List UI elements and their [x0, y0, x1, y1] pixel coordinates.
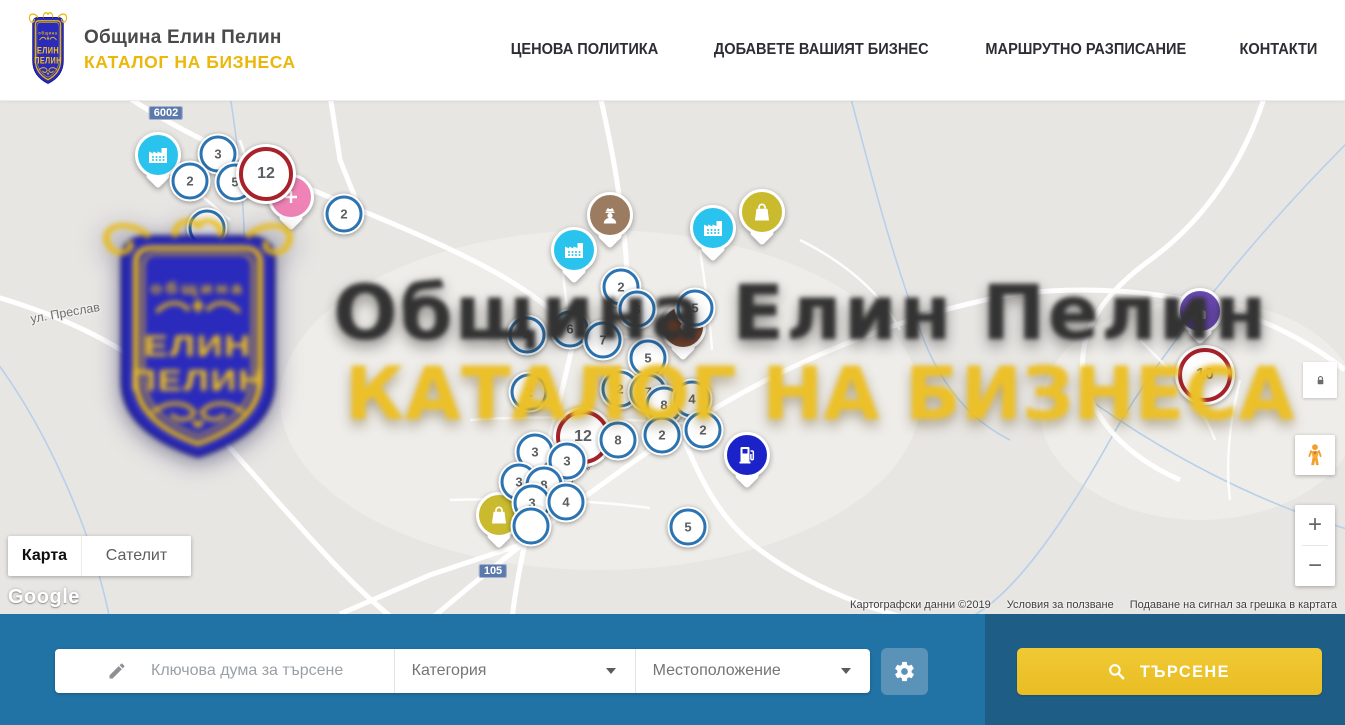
nav-route-schedule[interactable]: МАРШРУТНО РАЗПИСАНИЕ: [986, 41, 1187, 59]
satellite-type-button[interactable]: Сателит: [81, 536, 191, 576]
site-title: Община Елин Пелин: [84, 27, 296, 49]
street-view-pegman-button[interactable]: [1295, 435, 1335, 475]
location-select[interactable]: Местоположение: [635, 649, 870, 693]
cluster-marker[interactable]: 12: [236, 144, 296, 204]
map-type-control: Карта Сателит: [8, 536, 191, 576]
category-select[interactable]: Категория: [394, 649, 635, 693]
main-nav: ЦЕНОВА ПОЛИТИКА ДОБАВЕТЕ ВАШИЯТ БИЗНЕС М…: [462, 41, 1320, 59]
cluster-marker[interactable]: 2: [324, 194, 365, 235]
site-logo[interactable]: община ЕЛИН ПЕЛИН Община Елин Пелин КАТА…: [25, 10, 296, 90]
cluster-marker[interactable]: 2: [509, 372, 550, 413]
cluster-marker[interactable]: 2: [683, 410, 724, 451]
map-attribution: Картографски данни ©2019 Условия за полз…: [850, 599, 1337, 611]
cluster-marker[interactable]: 4: [546, 482, 587, 523]
cluster-marker[interactable]: 2: [170, 161, 211, 202]
terms-link[interactable]: Условия за ползване: [1007, 599, 1114, 611]
map-canvas[interactable]: 6002105ул. Преславбул. „Новосел 32512223…: [0, 100, 1345, 614]
cluster-marker[interactable]: [511, 506, 552, 547]
site-subtitle: КАТАЛОГ НА БИЗНЕСА: [84, 52, 296, 73]
pencil-icon: [107, 661, 127, 681]
cluster-marker[interactable]: 5: [675, 288, 716, 329]
search-submit-label: ТЪРСЕНЕ: [1140, 662, 1230, 682]
nav-add-your-business[interactable]: ДОБАВЕТЕ ВАШИЯТ БИЗНЕС: [714, 41, 929, 59]
municipality-emblem-icon: община ЕЛИН ПЕЛИН: [25, 10, 71, 90]
keyword-search-input[interactable]: [149, 661, 353, 681]
zoom-control: + −: [1295, 505, 1335, 586]
cluster-marker[interactable]: [187, 208, 228, 249]
svg-text:ЕЛИН: ЕЛИН: [37, 46, 59, 56]
cluster-marker[interactable]: 7: [583, 320, 624, 361]
advanced-settings-button[interactable]: [881, 648, 928, 695]
zoom-out-button[interactable]: −: [1295, 546, 1335, 586]
nav-contacts[interactable]: КОНТАКТИ: [1240, 41, 1318, 59]
scroll-lock-indicator: [1303, 362, 1337, 398]
pegman-icon: [1302, 442, 1328, 468]
map-type-button[interactable]: Карта: [8, 536, 81, 576]
map-clusters-layer: 32512223564752278412822333834510: [0, 100, 1345, 614]
svg-text:община: община: [38, 30, 57, 35]
header: община ЕЛИН ПЕЛИН Община Елин Пелин КАТА…: [0, 0, 1345, 101]
lock-icon: [1313, 373, 1328, 388]
cluster-marker[interactable]: 8: [598, 420, 639, 461]
location-select-value: Местоположение: [653, 662, 781, 680]
nav-pricing-policy[interactable]: ЦЕНОВА ПОЛИТИКА: [511, 41, 659, 59]
zoom-in-button[interactable]: +: [1295, 505, 1335, 545]
cluster-marker[interactable]: 2: [642, 415, 683, 456]
search-bar: Категория Местоположение ТЪРСЕНЕ: [0, 614, 1345, 725]
cluster-marker[interactable]: 3: [617, 289, 658, 330]
gear-icon: [893, 660, 916, 683]
cluster-marker[interactable]: 4: [507, 315, 548, 356]
category-select-value: Категория: [412, 662, 487, 680]
keyword-field-wrap: [55, 649, 394, 693]
map-copyright: Картографски данни ©2019: [850, 599, 991, 611]
chevron-down-icon: [606, 668, 616, 674]
chevron-down-icon: [841, 668, 851, 674]
google-logo[interactable]: Google: [8, 586, 80, 609]
search-fields-group: Категория Местоположение: [55, 649, 870, 693]
cluster-marker[interactable]: 5: [668, 507, 709, 548]
report-error-link[interactable]: Подаване на сигнал за грешка в картата: [1130, 599, 1337, 611]
search-icon: [1107, 662, 1126, 681]
search-submit-button[interactable]: ТЪРСЕНЕ: [1017, 648, 1322, 695]
svg-text:ПЕЛИН: ПЕЛИН: [34, 56, 62, 66]
cluster-marker[interactable]: 10: [1175, 345, 1235, 405]
